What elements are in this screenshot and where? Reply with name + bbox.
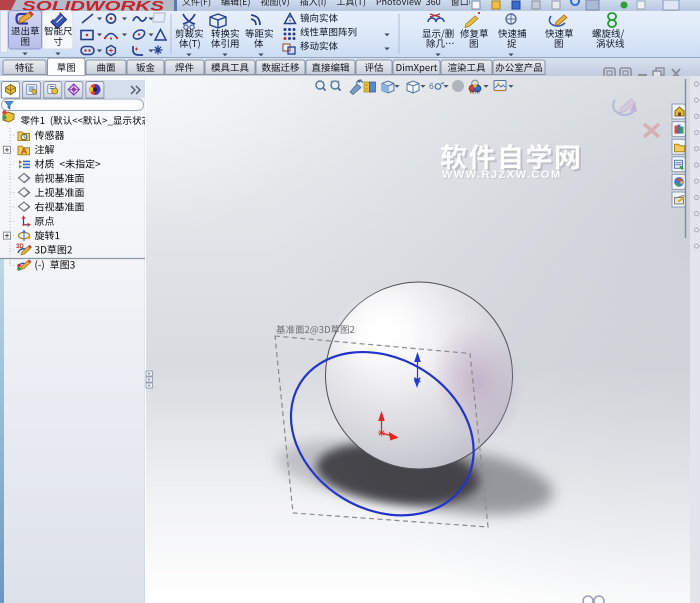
svg-text:6: 6 [429, 81, 434, 91]
svg-text:WWW.RJZXW.COM: WWW.RJZXW.COM [442, 169, 562, 181]
